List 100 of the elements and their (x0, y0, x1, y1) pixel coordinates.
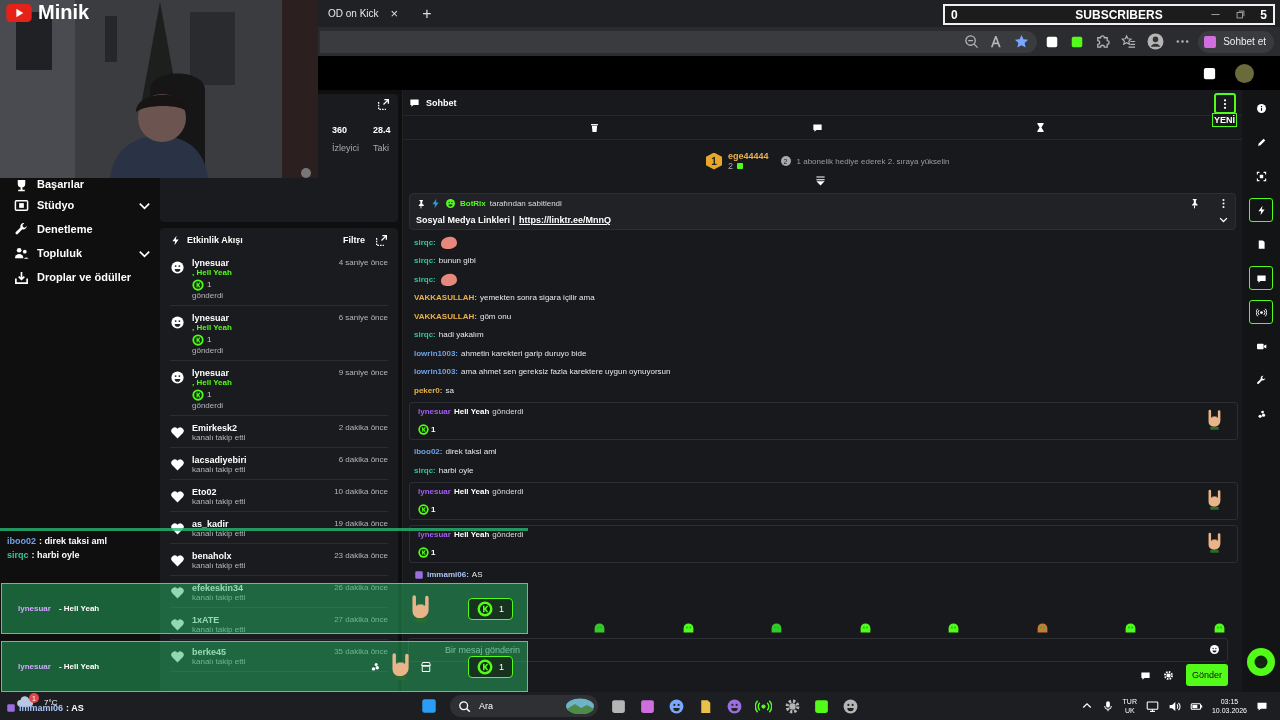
coin-icon (418, 423, 429, 435)
favorites-icon[interactable] (1121, 34, 1137, 49)
trash-icon[interactable] (589, 122, 600, 133)
filter-button[interactable]: Filtre (343, 235, 365, 245)
sidebar-item[interactable]: Başarılar (12, 178, 158, 193)
event-time: 4 saniye önce (338, 258, 388, 267)
more-button[interactable] (1214, 93, 1236, 114)
pin-icon (416, 198, 426, 209)
sidebar-item[interactable]: Droplar ve ödüller (12, 265, 158, 289)
popout-icon[interactable] (375, 233, 388, 247)
heart-icon (170, 457, 185, 472)
chat-username[interactable]: sirqc: (414, 465, 436, 475)
message-input[interactable]: Bir mesaj gönderin (408, 638, 1228, 662)
sidebar-label: Stüdyo (37, 199, 76, 211)
send-button[interactable]: Gönder (1185, 664, 1228, 686)
gift-name: Hell Yeah (453, 529, 490, 539)
chat-username: lynesuar (418, 529, 451, 539)
chat-title: Sohbet (426, 97, 457, 108)
rail-button[interactable] (1249, 300, 1273, 324)
event-action: kanalı takip etti (192, 625, 247, 634)
emote-icon[interactable] (593, 620, 606, 634)
bolt-icon (170, 234, 181, 246)
star-icon[interactable] (1014, 34, 1030, 49)
zoom-out-icon[interactable] (964, 34, 980, 49)
profile-icon[interactable] (1147, 33, 1165, 50)
extensions-icon[interactable] (1095, 34, 1111, 49)
copilot-button[interactable]: Sohbet et (1198, 30, 1274, 53)
chat-username: sirqc (7, 550, 29, 560)
sidebar-item[interactable]: Stüdyo (12, 193, 158, 217)
event-action: gönderdi (192, 291, 225, 300)
chat-message: sa (445, 385, 454, 395)
chat-username[interactable]: iboo02: (414, 447, 443, 457)
chat-username[interactable]: sirqc: (414, 274, 436, 284)
event-action: kanalı takip etti (192, 561, 247, 570)
emote-icon[interactable] (681, 620, 695, 634)
gift-amount: 1 (207, 389, 212, 399)
emote-icon[interactable] (1212, 620, 1226, 634)
chat-icon[interactable] (1139, 669, 1151, 681)
event-username: lynesuar (192, 258, 231, 268)
unpin-icon[interactable] (1189, 198, 1200, 209)
chat-message: harbi oyle (438, 465, 474, 475)
heart-icon (170, 489, 185, 504)
chat-username[interactable]: sirqc: (414, 256, 436, 266)
sidebar-label: Denetleme (37, 223, 94, 235)
coin-icon (192, 389, 204, 401)
support-button[interactable] (1247, 648, 1275, 676)
chat-username[interactable]: VAKKASULLAH: (414, 293, 477, 303)
gift-amount: 1 (499, 661, 504, 672)
link[interactable]: https://linktr.ee/MnnQ (519, 214, 612, 225)
event-username: berke45 (192, 647, 228, 657)
restore-icon[interactable] (1235, 9, 1247, 20)
avatar[interactable] (1235, 63, 1254, 83)
expand-icon[interactable] (815, 174, 826, 186)
chat-username[interactable]: lowrin1003: (414, 348, 458, 358)
address-field[interactable] (320, 30, 1038, 53)
hourglass-icon[interactable] (1035, 122, 1046, 133)
new-tab-button[interactable]: + (416, 4, 438, 23)
pinned-text: Sosyal Medya Linkleri | (416, 214, 516, 225)
close-button[interactable]: × (390, 6, 399, 21)
emote-icon (438, 234, 459, 251)
emoji-icon[interactable] (1209, 644, 1220, 655)
chat-message: direk taksi aml (445, 447, 497, 457)
browser-tab[interactable]: OD on Kick × (328, 0, 407, 27)
event-time: 6 dakika önce (338, 455, 388, 464)
emote-icon[interactable] (770, 620, 784, 634)
popout-icon[interactable] (377, 98, 390, 111)
chat-username[interactable]: Immami06: (427, 570, 469, 580)
event-username: lynesuar (192, 368, 231, 378)
sidebar-item[interactable]: Topluluk (12, 241, 158, 265)
chat-username[interactable]: lowrin1003: (414, 367, 458, 377)
event-username: 1xATE (192, 615, 221, 625)
monitor-icon[interactable] (1145, 699, 1159, 713)
chat-message: AS (471, 570, 483, 580)
emote-icon[interactable] (1124, 620, 1138, 634)
stat-value: 28.4 (373, 125, 391, 135)
coin-icon (418, 546, 429, 558)
subscriber-count: 0 (951, 7, 958, 22)
subscriber-goal: 5 (1260, 7, 1267, 22)
chat-username[interactable]: sirqc: (414, 237, 436, 247)
chat-icon[interactable] (812, 122, 823, 133)
notification-icon[interactable] (1256, 700, 1268, 712)
microphone-icon[interactable] (1101, 700, 1114, 712)
sidebar-item[interactable]: Denetleme (12, 217, 158, 241)
verified-icon (445, 198, 456, 209)
settings-icon[interactable] (1162, 669, 1174, 681)
chat-username[interactable]: peker0: (414, 385, 443, 395)
chat-username[interactable]: VAKKASULLAH: (414, 311, 477, 321)
landscape-icon[interactable] (565, 698, 595, 714)
gift-amount: 1 (431, 547, 436, 557)
chat-username[interactable]: sirqc: (414, 330, 436, 340)
rail-button[interactable] (1249, 198, 1273, 222)
gift-action: gönderdi (492, 486, 524, 496)
new-badge: YENİ (1212, 113, 1237, 127)
user-badge-icon (6, 703, 16, 713)
leader-username: ege44444 (728, 151, 769, 161)
emote-icon[interactable] (858, 620, 872, 634)
emote-icon[interactable] (947, 620, 961, 634)
emote-icon[interactable] (1035, 620, 1049, 634)
rail-button[interactable] (1249, 266, 1273, 290)
search-field[interactable]: Ara (450, 695, 598, 717)
